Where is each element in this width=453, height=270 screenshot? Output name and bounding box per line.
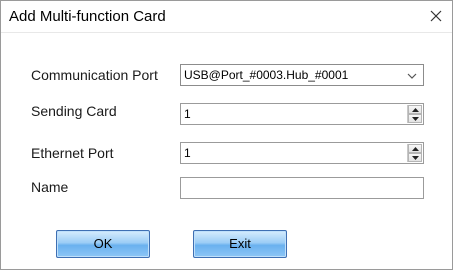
chevron-down-icon	[407, 73, 417, 79]
triangle-up-icon	[412, 108, 419, 112]
name-input[interactable]	[180, 177, 424, 199]
triangle-down-icon	[412, 156, 419, 160]
ethernet-port-spinner	[407, 144, 422, 162]
ethernet-port-value: 1	[184, 146, 191, 160]
dialog-titlebar: Add Multi-function Card	[1, 1, 452, 33]
sending-card-decrement-button[interactable]	[408, 114, 422, 123]
sending-card-label: Sending Card	[31, 103, 117, 119]
close-icon	[430, 10, 442, 22]
ethernet-port-decrement-button[interactable]	[408, 153, 422, 162]
close-button[interactable]	[420, 1, 452, 32]
ethernet-port-increment-button[interactable]	[408, 144, 422, 153]
triangle-down-icon	[412, 117, 419, 121]
ethernet-port-stepper[interactable]: 1	[180, 142, 424, 164]
triangle-up-icon	[412, 147, 419, 151]
dialog-title: Add Multi-function Card	[9, 8, 166, 25]
name-label: Name	[31, 179, 69, 195]
communication-port-select[interactable]: USB@Port_#0003.Hub_#0001	[180, 64, 424, 86]
communication-port-value: USB@Port_#0003.Hub_#0001	[184, 68, 349, 82]
ethernet-port-label: Ethernet Port	[31, 145, 114, 161]
exit-button[interactable]: Exit	[193, 230, 287, 258]
ok-button[interactable]: OK	[56, 230, 150, 258]
communication-port-label: Communication Port	[31, 67, 158, 83]
sending-card-increment-button[interactable]	[408, 105, 422, 114]
add-multifunction-card-dialog: Add Multi-function Card Communication Po…	[0, 0, 453, 270]
sending-card-value: 1	[184, 107, 191, 121]
sending-card-spinner	[407, 105, 422, 123]
sending-card-stepper[interactable]: 1	[180, 103, 424, 125]
